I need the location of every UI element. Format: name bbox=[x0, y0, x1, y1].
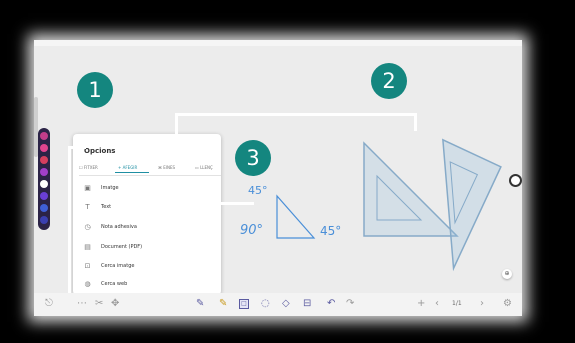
undo-icon[interactable]: ↶ bbox=[327, 298, 335, 310]
add-page-icon[interactable]: + bbox=[417, 298, 425, 310]
pen-icon[interactable]: ✎ bbox=[196, 298, 204, 310]
shape-icon[interactable]: □ bbox=[239, 299, 249, 309]
badge-1: 1 bbox=[77, 72, 113, 108]
badge-3: 3 bbox=[235, 140, 271, 176]
home-button[interactable] bbox=[509, 174, 522, 187]
bottom-toolbar: ⎋ ⋯ ✂ ✥ ✎ ✎ □ ◌ ◇ ⊟ ↶ ↷ + ‹ 1/1 › ⚙ bbox=[34, 293, 522, 316]
lasso-icon[interactable]: ◌ bbox=[261, 298, 270, 310]
eraser-icon[interactable]: ◇ bbox=[282, 298, 290, 310]
exit-icon[interactable]: ⎋ bbox=[45, 298, 53, 310]
set-square-45[interactable] bbox=[363, 141, 459, 237]
more-icon[interactable]: ⋯ bbox=[77, 298, 87, 310]
page-indicator: 1/1 bbox=[452, 300, 462, 307]
move-icon[interactable]: ✥ bbox=[111, 298, 119, 310]
prev-page-icon[interactable]: ‹ bbox=[435, 298, 439, 310]
tools-icon[interactable]: ✂ bbox=[95, 298, 103, 310]
zoom-icon[interactable]: ⊕ bbox=[502, 269, 512, 279]
badge-2: 2 bbox=[371, 63, 407, 99]
redo-icon[interactable]: ↷ bbox=[346, 298, 354, 310]
highlighter-icon[interactable]: ✎ bbox=[219, 298, 227, 310]
clear-icon[interactable]: ⊟ bbox=[303, 298, 311, 310]
next-page-icon[interactable]: › bbox=[480, 298, 484, 310]
settings-icon[interactable]: ⚙ bbox=[503, 298, 512, 310]
whiteboard-screen: Opcions ☐ FITXER + AFEGIR ⌘ EINES ▭ LLEN… bbox=[34, 40, 522, 316]
